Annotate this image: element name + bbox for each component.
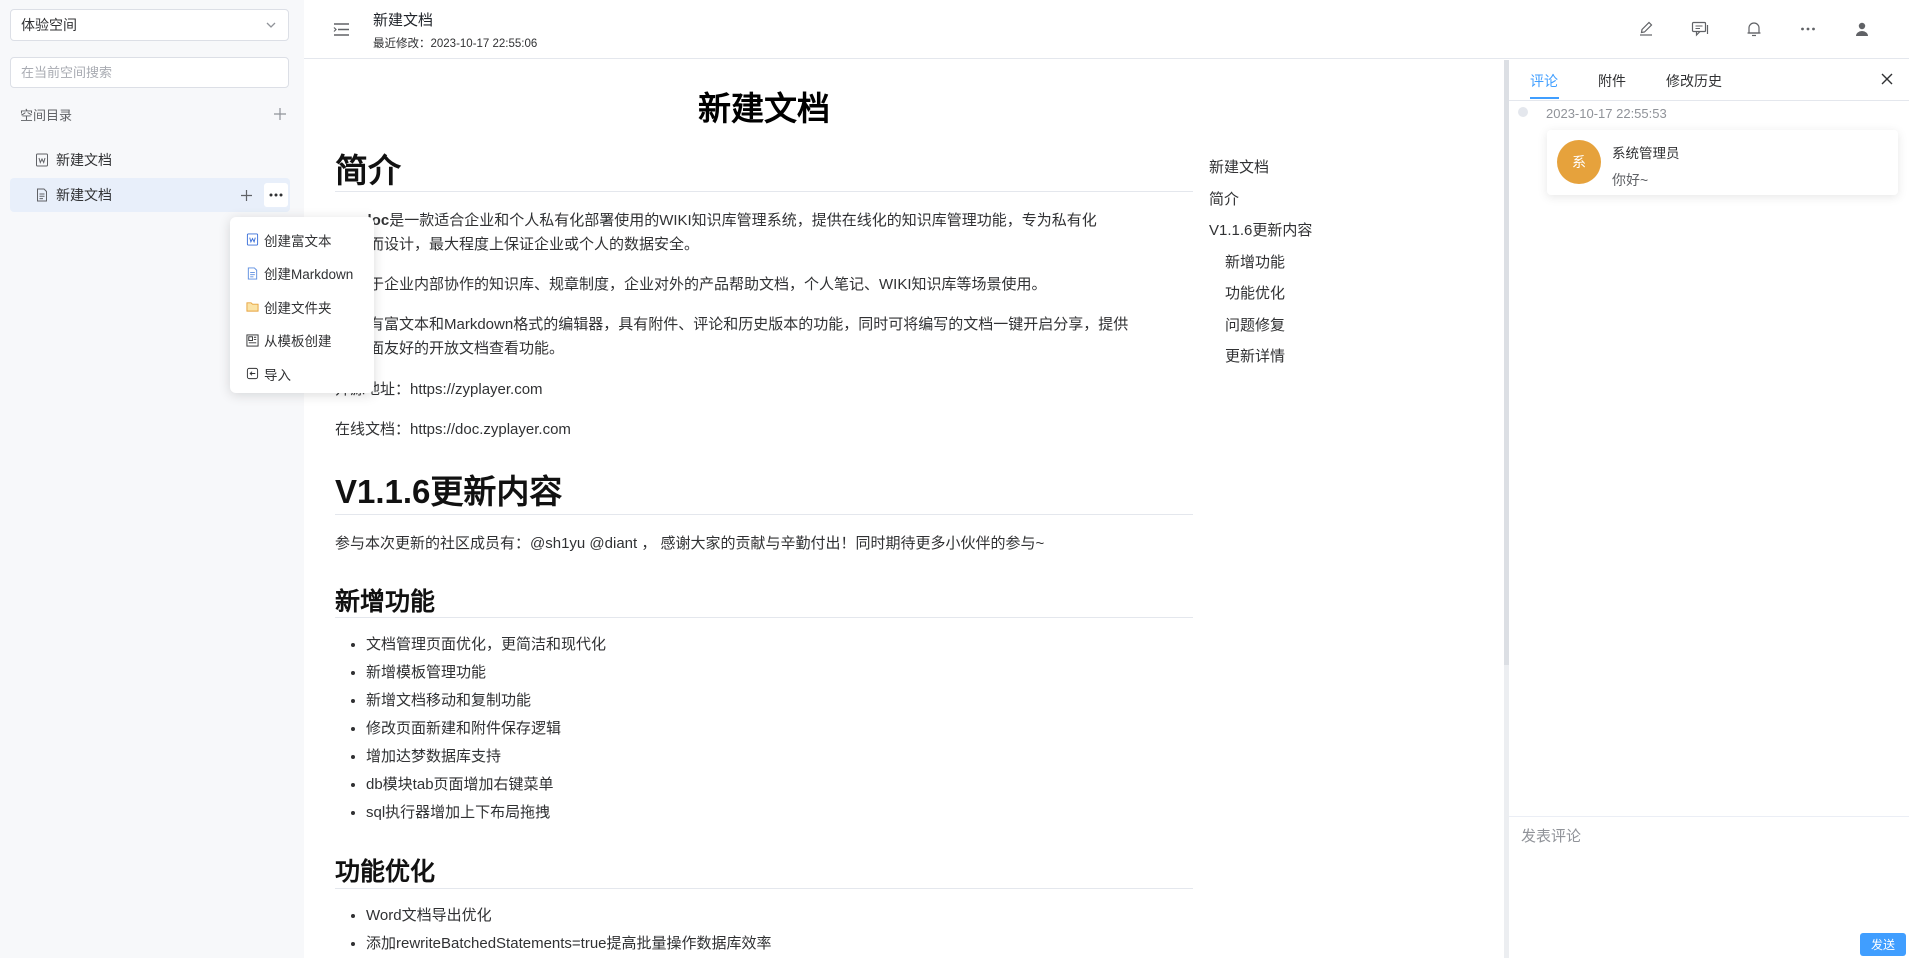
list-item: Word文档导出优化	[366, 902, 772, 930]
heading-divider	[335, 514, 1193, 515]
plus-icon	[240, 189, 252, 201]
doc-title: 新建文档	[373, 12, 434, 29]
list-item: sql执行器增加上下布局拖拽	[366, 799, 606, 827]
scrollbar-thumb[interactable]	[1504, 60, 1509, 665]
toc-item[interactable]: 更新详情	[1209, 341, 1409, 373]
menu-create-folder[interactable]: 创建文件夹	[230, 290, 374, 324]
intro-paragraph-1-cont: 而设计，最大程度上保证企业或个人的数据安全。	[369, 236, 700, 253]
table-of-contents: 新建文档 简介 V1.1.6更新内容 新增功能 功能优化 问题修复 更新详情	[1209, 152, 1409, 373]
intro-paragraph-1: yer-doc是一款适合企业和个人私有化部署使用的WIKI知识库管理系统，提供在…	[335, 209, 1193, 233]
contributors-paragraph: 参与本次更新的社区成员有：@sh1yu @diant ， 感谢大家的贡献与辛勤付…	[335, 535, 1045, 552]
toc-item[interactable]: V1.1.6更新内容	[1209, 215, 1409, 247]
toc-item[interactable]: 问题修复	[1209, 310, 1409, 342]
menu-create-markdown[interactable]: 创建Markdown	[230, 257, 374, 291]
space-select[interactable]: 体验空间	[10, 9, 289, 41]
folder-icon	[246, 302, 259, 312]
menu-item-label: 从模板创建	[264, 334, 332, 350]
list-item: 文档管理页面优化，更简洁和现代化	[366, 631, 606, 659]
menu-create-from-template[interactable]: 从模板创建	[230, 324, 374, 358]
heading-new-features: 新增功能	[335, 588, 436, 616]
comment-text: 你好~	[1612, 172, 1649, 188]
doc-header: 新建文档 最近修改：2023-10-17 22:55:06	[304, 0, 1909, 59]
tab-history[interactable]: 修改历史	[1666, 71, 1722, 91]
edit-icon[interactable]	[1637, 20, 1655, 38]
document-icon	[37, 188, 47, 202]
active-tab-indicator	[1530, 97, 1559, 99]
avatar: 系	[1557, 140, 1601, 184]
new-features-list: 文档管理页面优化，更简洁和现代化 新增模板管理功能 新增文档移动和复制功能 修改…	[335, 631, 606, 827]
sidebar: 体验空间 空间目录 新建文档 新建文档	[0, 0, 304, 958]
optimizations-list: Word文档导出优化 添加rewriteBatchedStatements=tr…	[335, 902, 772, 958]
intro-paragraph-2: 于企业内部协作的知识库、规章制度，企业对外的产品帮助文档，个人笔记、WIKI知识…	[369, 276, 1047, 293]
list-item: 修改页面新建和附件保存逻辑	[366, 715, 606, 743]
tree-item-label: 新建文档	[56, 152, 112, 168]
comment-input-area	[1509, 816, 1909, 959]
intro-paragraph-3-cont: 面友好的开放文档查看功能。	[369, 340, 565, 357]
bell-icon[interactable]	[1745, 20, 1763, 38]
tree-item-label: 新建文档	[56, 187, 112, 203]
doc-main-title: 新建文档	[698, 90, 830, 127]
markdown-doc-icon	[247, 267, 258, 280]
heading-divider	[335, 191, 1193, 192]
right-panel-tabs: 评论 附件 修改历史	[1509, 60, 1909, 101]
timeline-dot	[1518, 107, 1528, 117]
menu-import[interactable]: 导入	[230, 357, 374, 391]
tree-item-actions	[234, 183, 288, 207]
online-doc-paragraph: 在线文档：https://doc.zyplayer.com	[335, 421, 571, 438]
catalog-header: 空间目录	[20, 104, 288, 124]
heading-divider	[335, 617, 1193, 618]
space-select-value: 体验空间	[21, 17, 77, 33]
add-child-button[interactable]	[234, 183, 258, 207]
catalog-title: 空间目录	[20, 107, 73, 123]
heading-optimizations: 功能优化	[335, 858, 436, 886]
chevron-down-icon	[266, 22, 276, 28]
word-doc-icon	[246, 233, 259, 246]
close-icon[interactable]	[1880, 72, 1894, 86]
last-modified: 最近修改：2023-10-17 22:55:06	[373, 38, 538, 50]
heading-divider	[335, 888, 1193, 889]
send-button[interactable]: 发送	[1860, 933, 1906, 956]
add-icon[interactable]	[272, 106, 288, 122]
toc-item[interactable]: 新建文档	[1209, 152, 1409, 184]
toc-item[interactable]: 新增功能	[1209, 247, 1409, 279]
word-doc-icon	[36, 153, 48, 167]
list-item: 新增文档移动和复制功能	[366, 687, 606, 715]
more-actions-button[interactable]	[264, 183, 288, 207]
comment-author: 系统管理员	[1612, 146, 1680, 161]
create-menu: 创建富文本 创建Markdown 创建文件夹 从模板创建 导入	[230, 217, 374, 393]
import-icon	[246, 368, 259, 380]
menu-item-label: 创建文件夹	[264, 300, 332, 316]
menu-item-label: 创建Markdown	[264, 267, 354, 283]
list-item: 增加达梦数据库支持	[366, 743, 606, 771]
toc-item[interactable]: 功能优化	[1209, 278, 1409, 310]
doc-content: 新建文档 简介 yer-doc是一款适合企业和个人私有化部署使用的WIKI知识库…	[335, 60, 1193, 958]
comment-input[interactable]	[1519, 823, 1903, 927]
list-item: db模块tab页面增加右键菜单	[366, 771, 606, 799]
template-icon	[246, 334, 259, 347]
space-search-input[interactable]	[10, 57, 289, 88]
menu-toggle-icon[interactable]	[333, 21, 350, 38]
comment-card: 系 系统管理员 你好~	[1547, 130, 1898, 195]
intro-paragraph-1-text: 是一款适合企业和个人私有化部署使用的WIKI知识库管理系统，提供在线化的知识库管…	[389, 212, 1097, 229]
intro-paragraph-3: 有富文本和Markdown格式的编辑器，具有附件、评论和历史版本的功能，同时可将…	[369, 316, 1129, 333]
tab-attachments[interactable]: 附件	[1598, 71, 1626, 91]
menu-item-label: 导入	[264, 367, 291, 383]
comment-icon[interactable]	[1691, 20, 1709, 38]
heading-intro: 简介	[335, 152, 401, 189]
user-icon[interactable]	[1853, 20, 1871, 38]
tree-item-doc-1[interactable]: 新建文档	[10, 143, 290, 177]
list-item: 新增模板管理功能	[366, 659, 606, 687]
comment-time: 2023-10-17 22:55:53	[1546, 106, 1667, 121]
menu-create-richtext[interactable]: 创建富文本	[230, 223, 374, 257]
more-icon[interactable]	[1799, 20, 1817, 38]
toc-item[interactable]: 简介	[1209, 184, 1409, 216]
repo-link-paragraph: 开源地址：https://zyplayer.com	[335, 381, 543, 398]
list-item: 添加rewriteBatchedStatements=true提高批量操作数据库…	[366, 930, 772, 958]
menu-item-label: 创建富文本	[264, 233, 332, 249]
more-icon	[269, 193, 283, 197]
tab-comments[interactable]: 评论	[1530, 71, 1558, 91]
heading-update: V1.1.6更新内容	[335, 473, 563, 510]
tree-item-doc-2[interactable]: 新建文档	[10, 178, 290, 212]
